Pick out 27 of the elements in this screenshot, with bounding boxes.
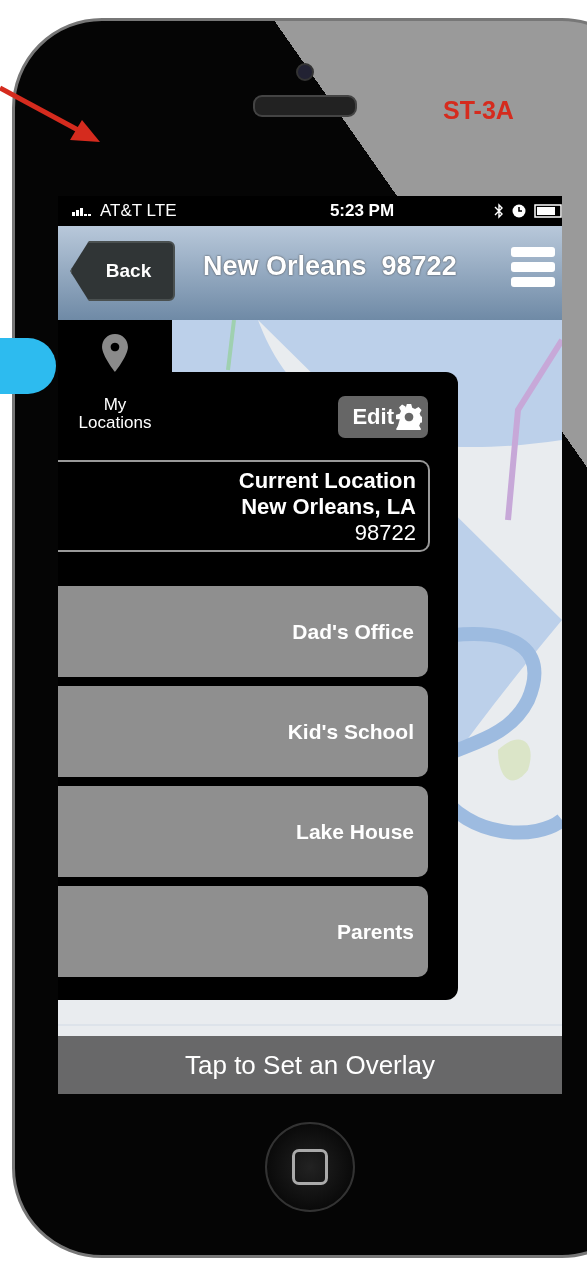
current-location-city: New Orleans, LA [241, 494, 416, 520]
current-location-zip: 98722 [354, 520, 416, 546]
menu-icon[interactable] [510, 246, 556, 288]
location-button[interactable]: Parents [58, 886, 428, 977]
location-button[interactable]: Dad's Office [58, 586, 428, 677]
locations-tab[interactable] [58, 320, 172, 372]
location-button[interactable]: Lake House [58, 786, 428, 877]
map-pin-icon [102, 334, 128, 372]
overlay-bar[interactable]: Tap to Set an Overlay [58, 1036, 562, 1094]
pointer-marker [0, 338, 56, 394]
edit-button[interactable]: Edit [338, 396, 428, 438]
back-button[interactable]: Back [70, 241, 175, 301]
carrier-label: AT&T LTE [100, 201, 177, 221]
settings-icon [396, 404, 422, 430]
clock-icon [512, 204, 526, 218]
status-time: 5:23 PM [329, 201, 395, 221]
screen-id-label: ST-3A [443, 96, 514, 125]
battery-icon [534, 204, 562, 218]
home-square-icon [292, 1149, 328, 1185]
camera-dot [296, 63, 314, 81]
current-location-title: Current Location [238, 468, 416, 494]
tab-label: My Locations [77, 396, 153, 432]
bluetooth-icon [494, 203, 504, 219]
signal-icon [72, 206, 94, 216]
current-location-card[interactable]: Current Location New Orleans, LA 98722 [58, 460, 430, 552]
location-button[interactable]: Kid's School [58, 686, 428, 777]
screen-title: New Orleans 98722 [203, 250, 458, 282]
